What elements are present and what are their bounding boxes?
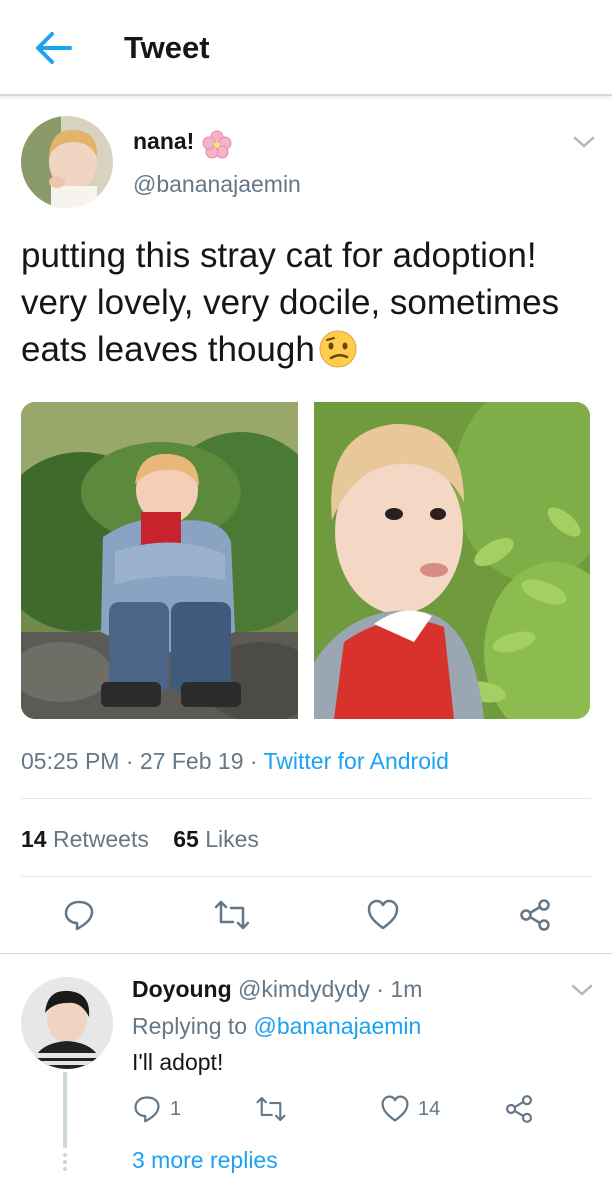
author-name[interactable]: nana! <box>133 128 194 155</box>
retweets-count: 14 <box>21 826 47 852</box>
reply-text: I'll adopt! <box>132 1049 224 1075</box>
retweet-icon[interactable] <box>213 898 251 932</box>
divider <box>21 876 591 877</box>
retweets-stat[interactable]: 14 Retweets <box>21 826 149 852</box>
reply-author-name[interactable]: Doyoung <box>132 976 232 1002</box>
reply-reply-count: 1 <box>170 1098 182 1120</box>
thread-dots-icon <box>63 1153 67 1171</box>
tweet-text-content: putting this stray cat for adoption! ver… <box>21 236 560 369</box>
replying-to: Replying to @bananajaemin <box>132 1013 421 1040</box>
tweet-photo-1[interactable] <box>21 402 298 719</box>
heart-icon[interactable] <box>380 1094 410 1124</box>
tweet-time: 05:25 PM <box>21 748 120 774</box>
reply-time: 1m <box>390 976 423 1002</box>
back-button[interactable] <box>30 26 78 70</box>
divider <box>21 798 591 799</box>
tweet-stats: 14 Retweets 65 Likes <box>21 826 259 853</box>
divider <box>0 953 612 954</box>
author-handle[interactable]: @bananajaemin <box>133 171 301 198</box>
retweets-label: Retweets <box>52 826 149 852</box>
more-replies-link[interactable]: 3 more replies <box>132 1147 278 1174</box>
reply-icon[interactable] <box>132 1094 162 1124</box>
share-icon[interactable] <box>518 898 552 932</box>
heart-icon[interactable] <box>366 898 400 932</box>
replying-to-handle[interactable]: @bananajaemin <box>253 1013 421 1039</box>
arrow-left-icon <box>36 32 72 64</box>
reply-author-handle[interactable]: @kimdydydy <box>238 976 370 1002</box>
likes-count: 65 <box>173 826 199 852</box>
reply-author: Doyoung @kimdydydy · 1m <box>132 976 423 1002</box>
reply-icon[interactable] <box>62 898 96 932</box>
tweet-photo-2[interactable] <box>314 402 590 719</box>
likes-stat[interactable]: 65 Likes <box>173 826 259 852</box>
page-title: Tweet <box>124 30 210 65</box>
reply-author-avatar[interactable] <box>21 977 113 1069</box>
replying-to-prefix: Replying to <box>132 1013 248 1039</box>
retweet-icon[interactable] <box>255 1094 287 1124</box>
chevron-down-icon[interactable] <box>572 134 596 150</box>
share-icon[interactable] <box>504 1094 534 1124</box>
tweet-source-link[interactable]: Twitter for Android <box>264 748 449 774</box>
chevron-down-icon[interactable] <box>570 982 594 998</box>
thread-line <box>63 1072 67 1148</box>
cherry-blossom-icon <box>202 130 232 159</box>
tweet-timestamp: 05:25 PM · 27 Feb 19 · Twitter for Andro… <box>21 748 449 774</box>
reply-like-count: 14 <box>418 1098 441 1120</box>
top-bar: Tweet <box>0 0 612 96</box>
likes-label: Likes <box>205 826 259 852</box>
tweet-date: 27 Feb 19 <box>139 748 244 774</box>
author-avatar[interactable] <box>21 116 113 208</box>
tweet-text: putting this stray cat for adoption! ver… <box>21 232 606 380</box>
confused-face-emoji-icon <box>319 330 357 380</box>
